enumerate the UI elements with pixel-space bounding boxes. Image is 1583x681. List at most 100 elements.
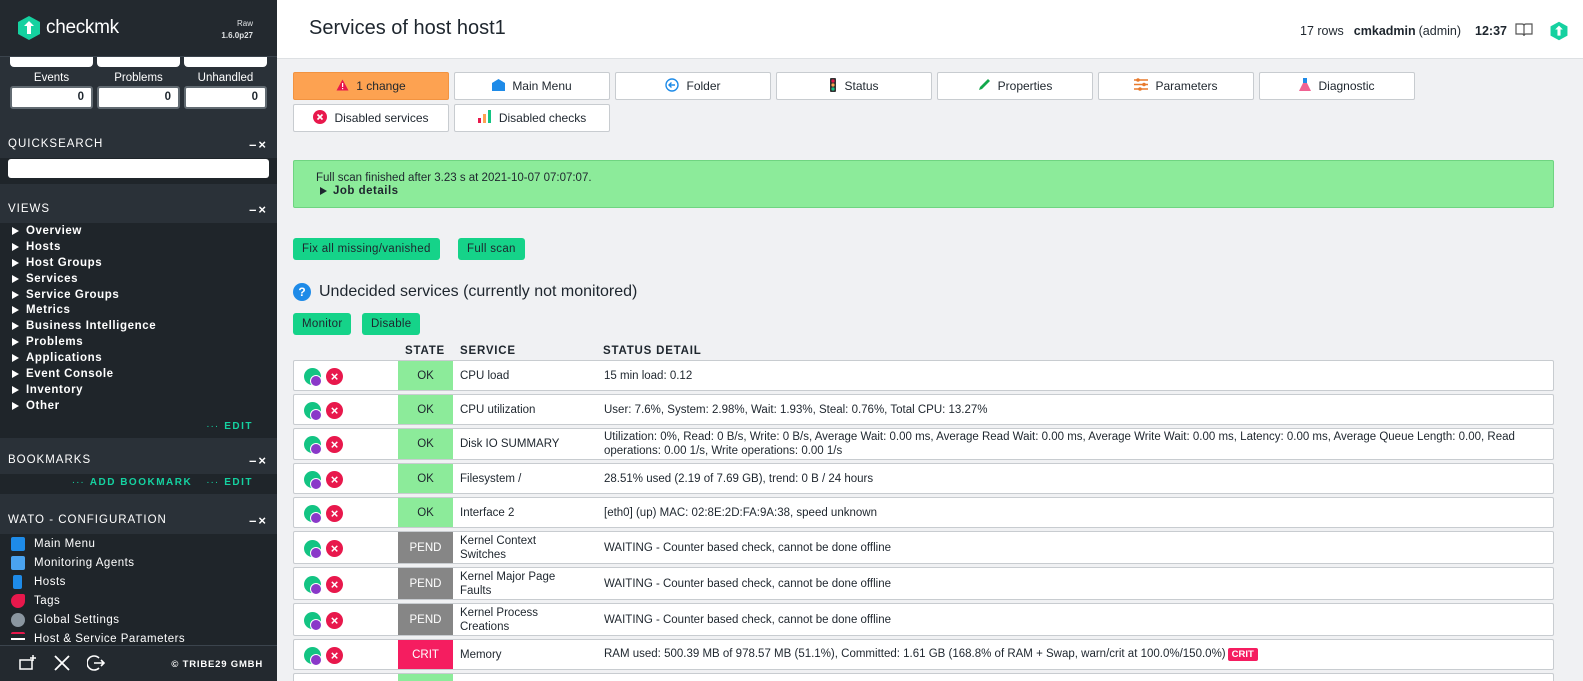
logout-icon[interactable] bbox=[86, 654, 106, 674]
disable-service-icon[interactable]: × bbox=[326, 505, 343, 522]
bar-chart-icon bbox=[477, 110, 492, 126]
monitor-service-icon[interactable] bbox=[304, 471, 322, 490]
expand-triangle-icon[interactable] bbox=[12, 226, 19, 235]
expand-triangle-icon[interactable] bbox=[12, 306, 19, 315]
disable-service-icon[interactable]: × bbox=[326, 471, 343, 488]
disable-service-icon[interactable]: × bbox=[326, 647, 343, 664]
wato-item-main-menu[interactable]: Main Menu bbox=[8, 534, 269, 553]
disabled-checks-button[interactable]: Disabled checks bbox=[454, 104, 610, 132]
stat-value[interactable]: 0 bbox=[184, 86, 267, 109]
button-label: Status bbox=[844, 79, 879, 93]
wato-item-tags[interactable]: Tags bbox=[8, 591, 269, 610]
button-label: Parameters bbox=[1155, 79, 1218, 93]
table-row: × PEND Kernel Process Creations WAITING … bbox=[293, 603, 1554, 636]
add-snapin-icon[interactable] bbox=[18, 654, 38, 674]
button-label: Folder bbox=[686, 79, 721, 93]
help-icon[interactable]: ? bbox=[293, 283, 311, 301]
disabled-services-button[interactable]: Disabled services bbox=[293, 104, 449, 132]
snapin-quicksearch: QUICKSEARCH –× bbox=[0, 130, 277, 184]
view-item-label: Inventory bbox=[26, 383, 84, 396]
snapin-controls[interactable]: –× bbox=[249, 513, 268, 528]
view-item-service-groups[interactable]: Service Groups bbox=[8, 287, 269, 303]
monitor-service-icon[interactable] bbox=[304, 505, 322, 524]
column-service[interactable]: SERVICE bbox=[460, 345, 516, 357]
folder-button[interactable]: Folder bbox=[615, 72, 771, 100]
column-state[interactable]: STATE bbox=[405, 345, 445, 357]
disable-service-icon[interactable]: × bbox=[326, 540, 343, 557]
snapin-title[interactable]: QUICKSEARCH –× bbox=[0, 130, 277, 158]
snapin-controls[interactable]: –× bbox=[249, 202, 268, 217]
view-item-event-console[interactable]: Event Console bbox=[8, 366, 269, 382]
expand-triangle-icon[interactable] bbox=[12, 401, 19, 410]
monitor-service-icon[interactable] bbox=[304, 612, 322, 631]
monitor-service-icon[interactable] bbox=[304, 402, 322, 421]
stat-value[interactable]: 0 bbox=[97, 86, 180, 109]
view-item-services[interactable]: Services bbox=[8, 271, 269, 287]
bookmarks-footer: ··· ADD BOOKMARK ··· EDIT bbox=[0, 474, 277, 488]
username[interactable]: cmkadmin bbox=[1354, 24, 1416, 38]
expand-triangle-icon[interactable] bbox=[12, 322, 19, 331]
disable-service-icon[interactable]: × bbox=[326, 612, 343, 629]
checkmk-logo-icon[interactable] bbox=[1549, 20, 1569, 42]
properties-button[interactable]: Properties bbox=[937, 72, 1093, 100]
changes-button[interactable]: 1 change bbox=[293, 72, 449, 100]
expand-triangle-icon[interactable] bbox=[12, 274, 19, 283]
disable-service-icon[interactable]: × bbox=[326, 436, 343, 453]
tools-icon[interactable] bbox=[52, 654, 72, 674]
monitor-service-icon[interactable] bbox=[304, 436, 322, 455]
view-item-metrics[interactable]: Metrics bbox=[8, 302, 269, 318]
disable-service-icon[interactable]: × bbox=[326, 368, 343, 385]
expand-triangle-icon[interactable] bbox=[12, 369, 19, 378]
stat-value[interactable]: 0 bbox=[10, 86, 93, 109]
book-icon[interactable] bbox=[1515, 22, 1533, 40]
scan-message: Full scan finished after 3.23 s at 2021-… bbox=[293, 160, 1554, 208]
main-menu-button[interactable]: Main Menu bbox=[454, 72, 610, 100]
wato-item-global-settings[interactable]: Global Settings bbox=[8, 610, 269, 629]
add-bookmark-link[interactable]: ADD BOOKMARK bbox=[90, 477, 192, 488]
view-item-problems[interactable]: Problems bbox=[8, 334, 269, 350]
disable-button[interactable]: Disable bbox=[362, 313, 421, 335]
expand-triangle-icon[interactable] bbox=[12, 338, 19, 347]
disable-service-icon[interactable]: × bbox=[326, 402, 343, 419]
status-button[interactable]: Status bbox=[776, 72, 932, 100]
checkmk-logo-icon[interactable] bbox=[16, 15, 42, 41]
monitor-service-icon[interactable] bbox=[304, 368, 322, 387]
snapin-controls[interactable]: –× bbox=[249, 137, 268, 152]
status-detail: RAM used: 500.39 MB of 978.57 MB (51.1%)… bbox=[604, 648, 1549, 662]
snapin-title[interactable]: VIEWS –× bbox=[0, 195, 277, 223]
view-item-host-groups[interactable]: Host Groups bbox=[8, 255, 269, 271]
expand-triangle-icon[interactable] bbox=[320, 187, 327, 195]
view-item-business-intelligence[interactable]: Business Intelligence bbox=[8, 318, 269, 334]
snapin-controls[interactable]: –× bbox=[249, 453, 268, 468]
monitor-service-icon[interactable] bbox=[304, 540, 322, 559]
wato-item-hosts[interactable]: Hosts bbox=[8, 572, 269, 591]
view-item-overview[interactable]: Overview bbox=[8, 223, 269, 239]
expand-triangle-icon[interactable] bbox=[12, 242, 19, 251]
expand-triangle-icon[interactable] bbox=[12, 354, 19, 363]
monitor-service-icon[interactable] bbox=[304, 576, 322, 595]
view-item-hosts[interactable]: Hosts bbox=[8, 239, 269, 255]
monitor-service-icon[interactable] bbox=[304, 647, 322, 666]
job-details-toggle[interactable]: Job details bbox=[316, 185, 1553, 197]
expand-triangle-icon[interactable] bbox=[12, 385, 19, 394]
view-item-inventory[interactable]: Inventory bbox=[8, 382, 269, 398]
snapin-title[interactable]: WATO - CONFIGURATION –× bbox=[0, 506, 277, 534]
view-item-applications[interactable]: Applications bbox=[8, 350, 269, 366]
monitor-button[interactable]: Monitor bbox=[293, 313, 352, 335]
expand-triangle-icon[interactable] bbox=[12, 290, 19, 299]
quicksearch-input[interactable] bbox=[8, 159, 269, 178]
views-edit-link[interactable]: EDIT bbox=[224, 421, 253, 432]
disable-service-icon[interactable]: × bbox=[326, 576, 343, 593]
column-status-detail[interactable]: STATUS DETAIL bbox=[603, 345, 702, 357]
snapin-title[interactable]: BOOKMARKS –× bbox=[0, 446, 277, 474]
expand-triangle-icon[interactable] bbox=[12, 258, 19, 267]
folder-back-icon bbox=[665, 77, 680, 95]
button-label: Properties bbox=[997, 79, 1053, 93]
parameters-button[interactable]: Parameters bbox=[1098, 72, 1254, 100]
full-scan-button[interactable]: Full scan bbox=[458, 238, 525, 260]
diagnostic-button[interactable]: Diagnostic bbox=[1259, 72, 1415, 100]
wato-item-monitoring-agents[interactable]: Monitoring Agents bbox=[8, 553, 269, 572]
fix-all-button[interactable]: Fix all missing/vanished bbox=[293, 238, 440, 260]
view-item-other[interactable]: Other bbox=[8, 398, 269, 414]
bookmarks-edit-link[interactable]: EDIT bbox=[224, 477, 253, 488]
